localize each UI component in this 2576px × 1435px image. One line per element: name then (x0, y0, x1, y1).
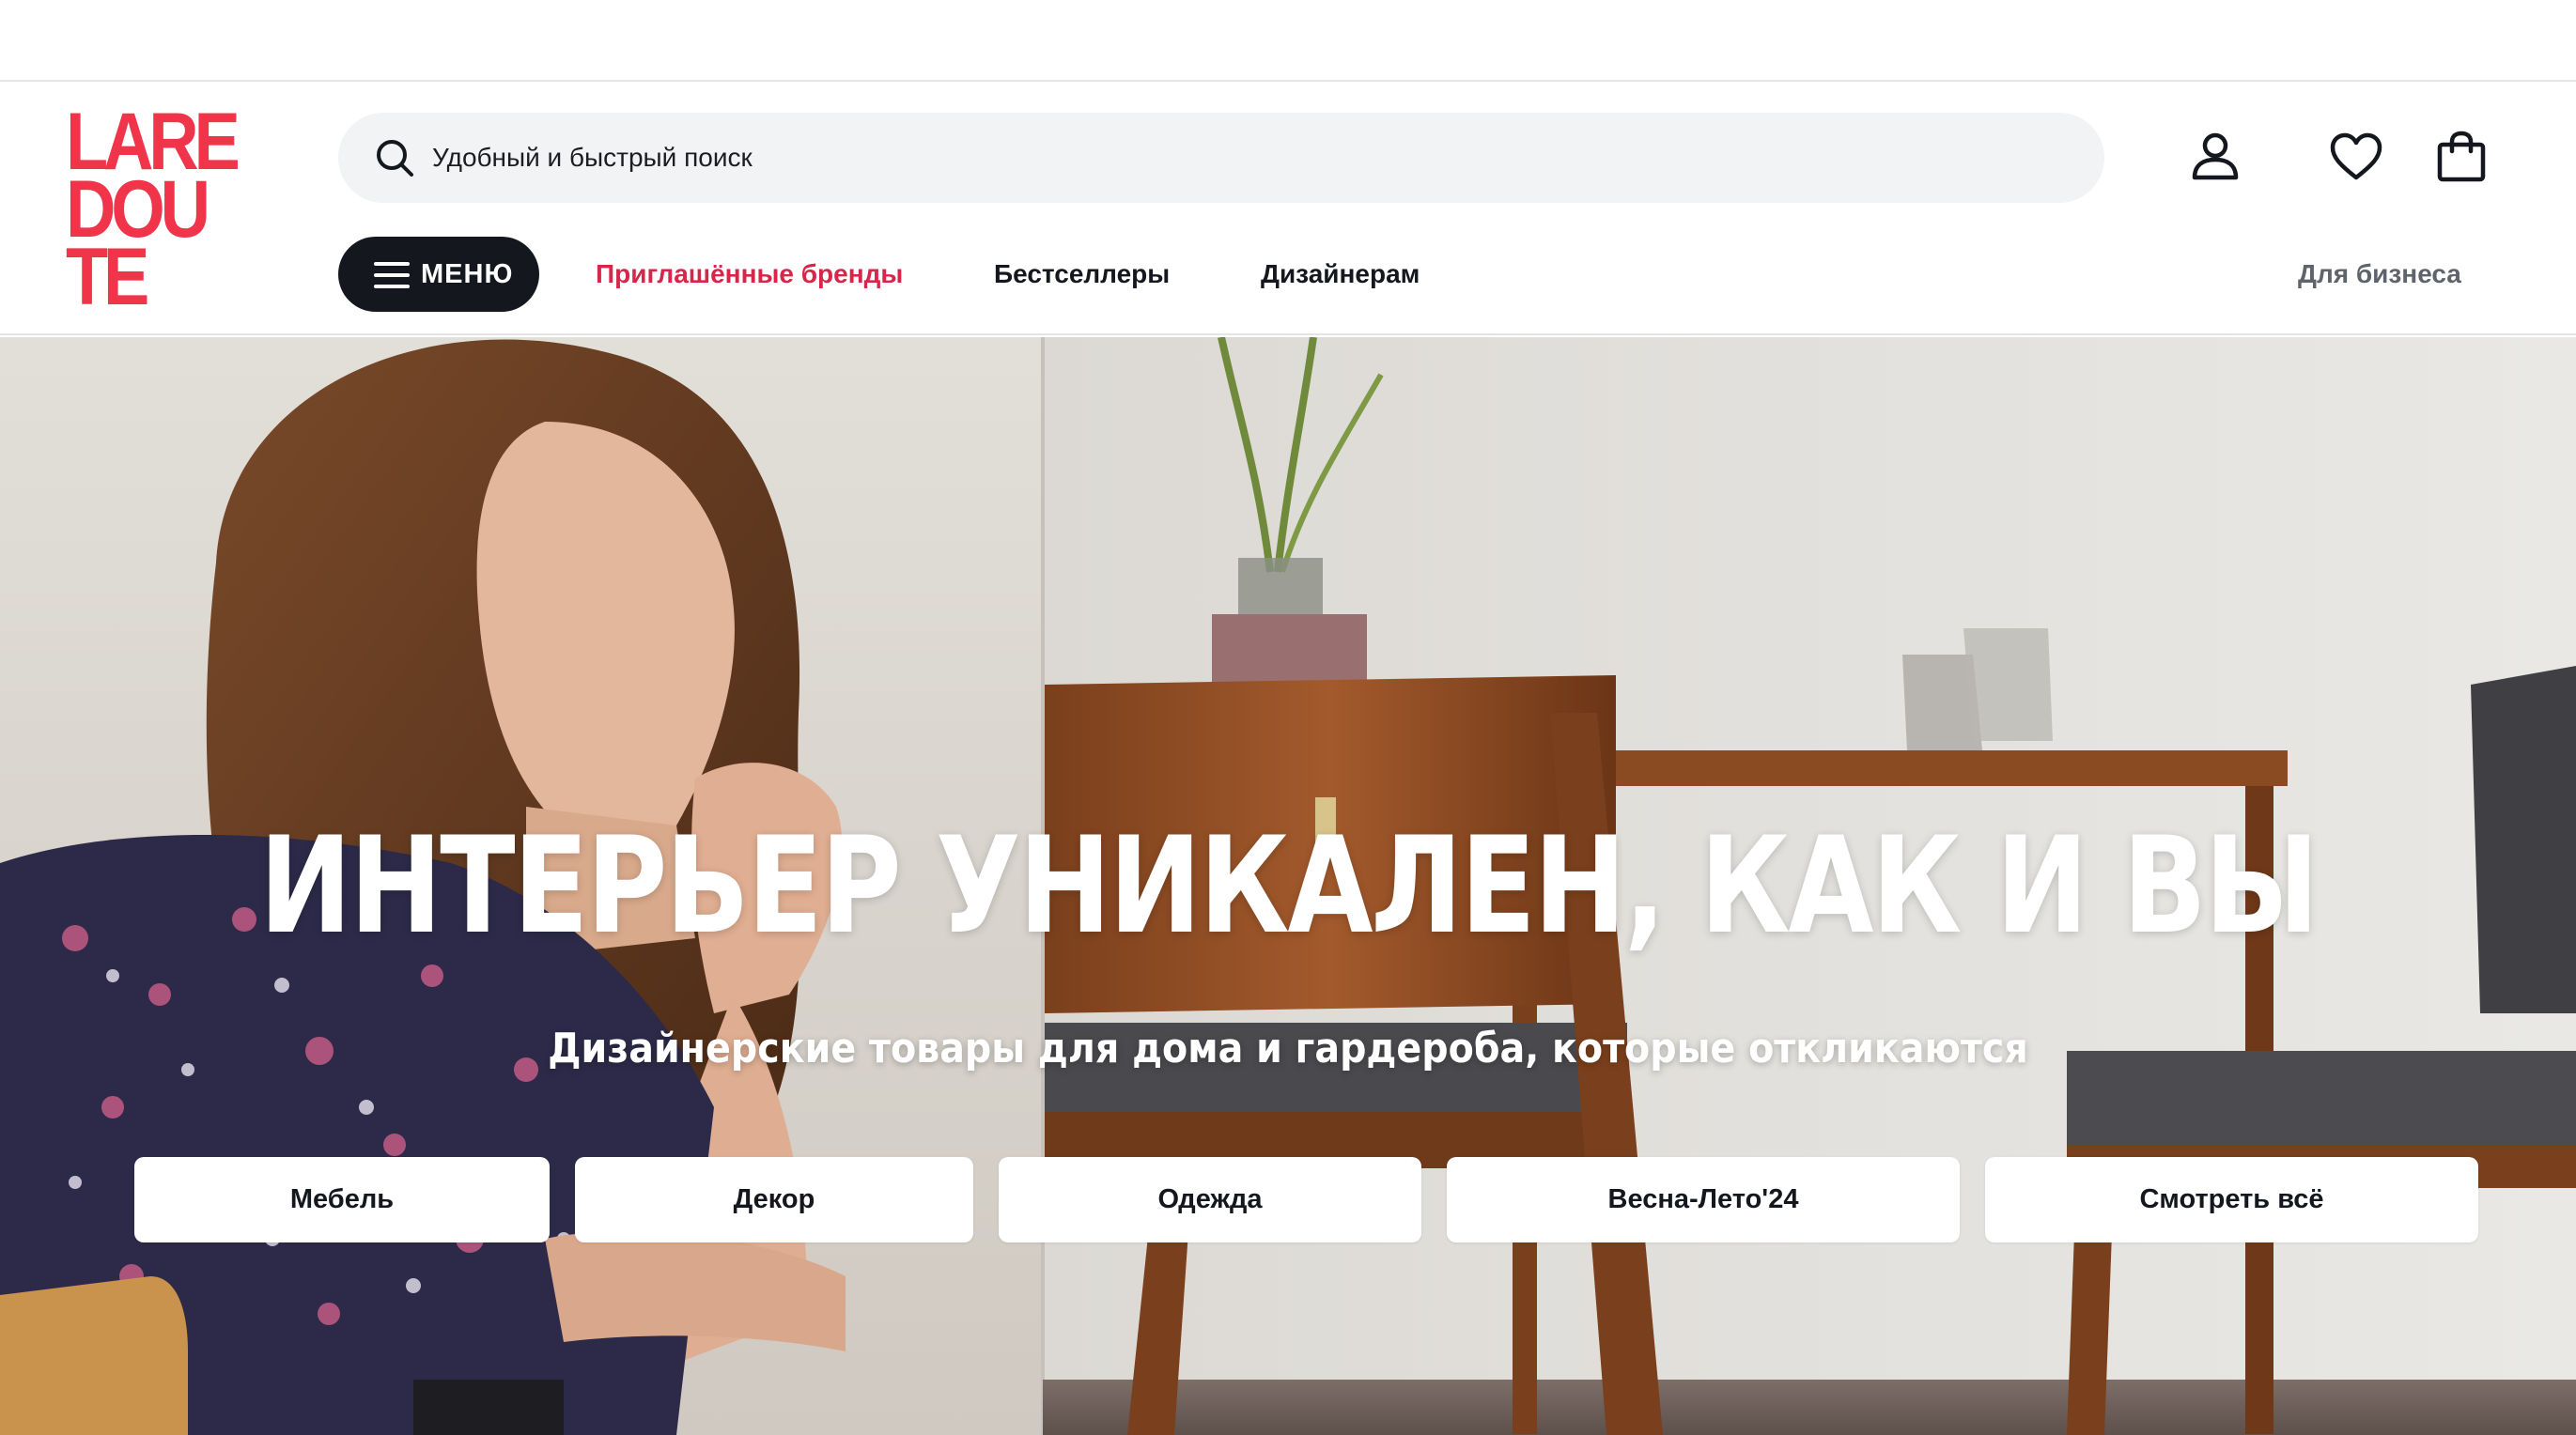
nav-link-business[interactable]: Для бизнеса (2298, 237, 2461, 312)
category-button-clothing[interactable]: Одежда (999, 1157, 1421, 1242)
site-header: LARE DOU TE МЕНЮ Приглашённые бренды Бес… (0, 82, 2576, 335)
search-icon[interactable] (372, 135, 417, 180)
nav-link-bestsellers[interactable]: Бестселлеры (994, 237, 1170, 312)
category-button-see-all[interactable]: Смотреть всё (1985, 1157, 2478, 1242)
category-button-furniture[interactable]: Мебель (134, 1157, 550, 1242)
menu-button[interactable]: МЕНЮ (338, 237, 539, 312)
search-bar[interactable] (338, 113, 2104, 203)
hero-subtitle: Дизайнерские товары для дома и гардероба… (548, 1025, 2028, 1072)
shopping-bag-icon[interactable] (2431, 127, 2491, 187)
top-utility-bar (0, 0, 2576, 82)
logo-line-3: TE (66, 232, 149, 322)
nav-link-guest-brands[interactable]: Приглашённые бренды (596, 237, 903, 312)
heart-icon[interactable] (2326, 127, 2386, 187)
hero-banner: ИНТЕРЬЕР УНИКАЛЕН, КАК И ВЫ Дизайнерские… (0, 337, 2576, 1435)
account-icon[interactable] (2185, 127, 2245, 187)
hamburger-icon (374, 262, 410, 288)
category-button-decor[interactable]: Декор (575, 1157, 973, 1242)
hero-title: ИНТЕРЬЕР УНИКАЛЕН, КАК И ВЫ (258, 809, 2320, 964)
menu-label: МЕНЮ (421, 259, 514, 289)
search-input[interactable] (432, 113, 2067, 203)
nav-link-designers[interactable]: Дизайнерам (1261, 237, 1420, 312)
category-button-spring-summer[interactable]: Весна-Лето'24 (1447, 1157, 1960, 1242)
brand-logo[interactable]: LARE DOU TE (66, 101, 265, 322)
